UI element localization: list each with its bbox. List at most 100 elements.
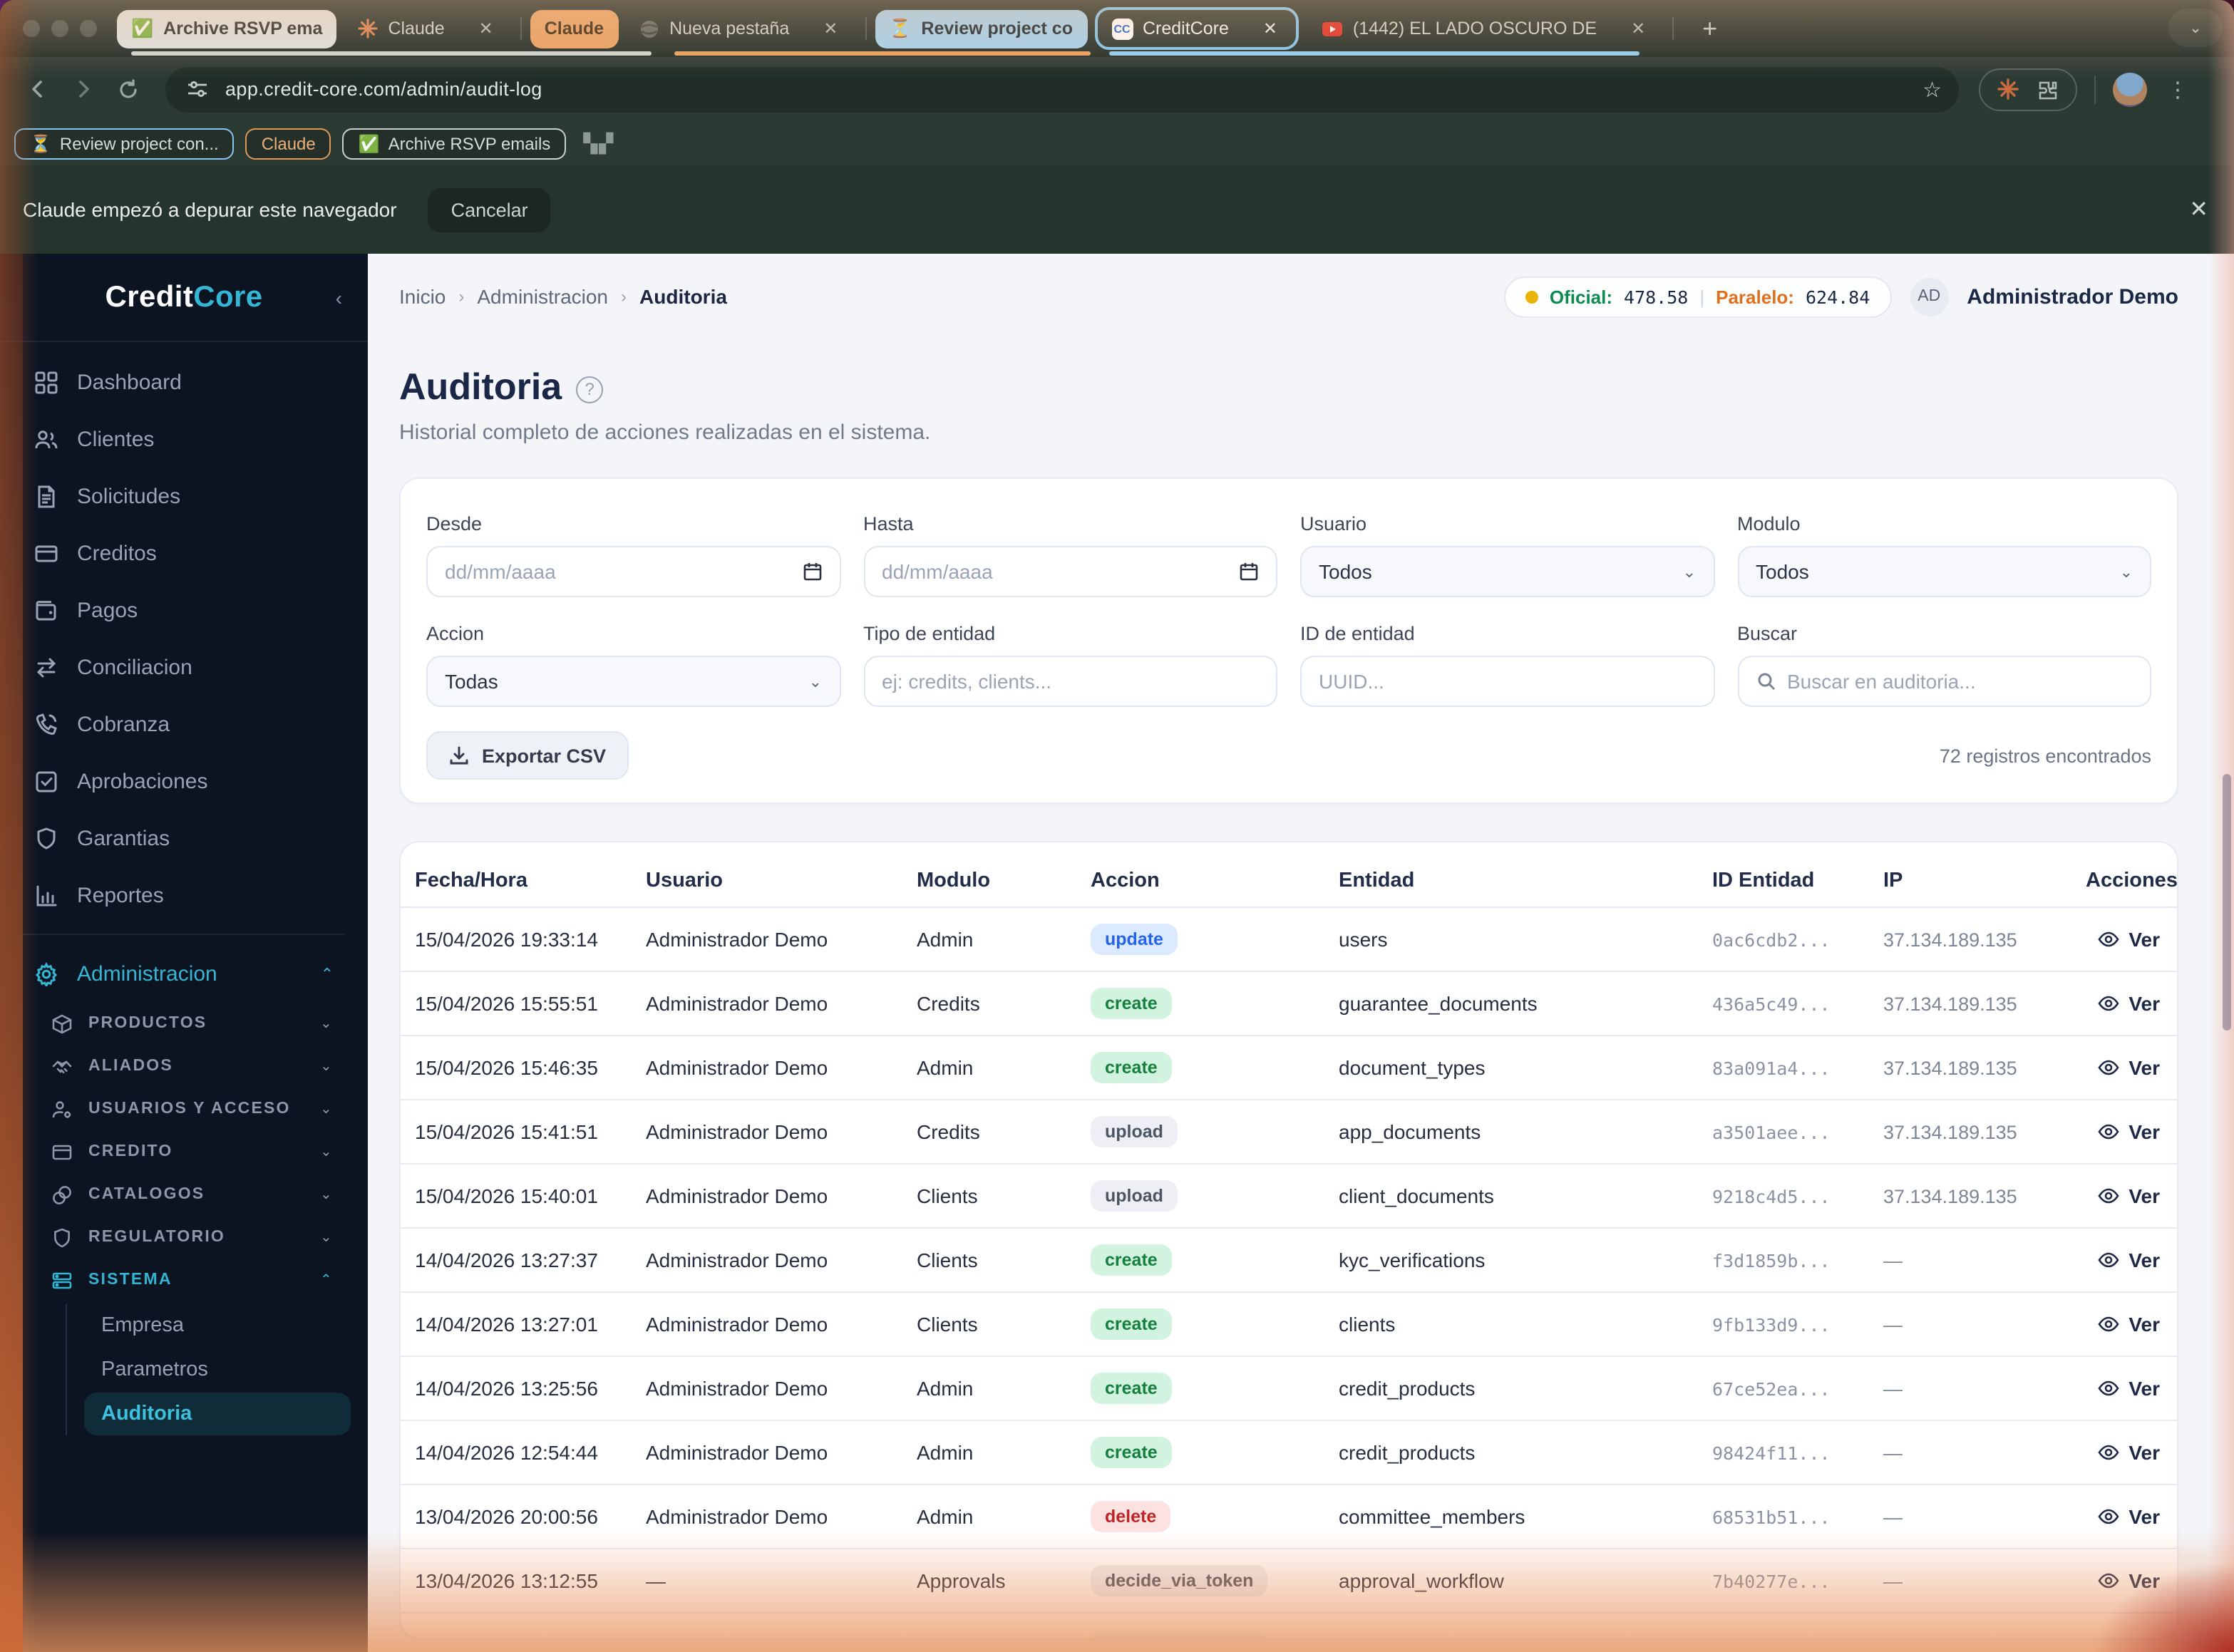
breadcrumb-administracion[interactable]: Administracion: [477, 285, 608, 308]
banner-close-icon[interactable]: ✕: [2189, 195, 2208, 224]
main-content: Inicio › Administracion › Auditoria Ofic…: [368, 254, 2234, 1652]
ver-button[interactable]: Ver: [2086, 1569, 2166, 1592]
desde-date-input[interactable]: dd/mm/aaaa: [426, 546, 840, 597]
tab-search-button[interactable]: ⌄: [2168, 9, 2223, 47]
ver-button[interactable]: Ver: [2086, 928, 2166, 951]
ver-button[interactable]: Ver: [2086, 1184, 2166, 1207]
forward-button[interactable]: [63, 69, 103, 109]
modulo-select[interactable]: Todos ⌄: [1737, 546, 2151, 597]
browser-window: ✅ Archive RSVP ema Claude ✕ Claude Nueva…: [0, 0, 2234, 1652]
breadcrumb-inicio[interactable]: Inicio: [399, 285, 446, 308]
accion-select[interactable]: Todas ⌄: [426, 656, 840, 707]
ver-button[interactable]: Ver: [2086, 992, 2166, 1015]
tab-claude-close-icon[interactable]: ✕: [475, 19, 498, 38]
search-icon: [1756, 671, 1776, 691]
cell-usuario: Administrador Demo: [646, 1120, 828, 1143]
sidebar-leaf-empresa[interactable]: Empresa: [84, 1304, 351, 1347]
tab-youtube[interactable]: (1442) EL LADO OSCURO DE ✕: [1307, 9, 1664, 48]
calendar-icon[interactable]: [802, 562, 822, 582]
sidebar-group-regulatorio[interactable]: REGULATORIO ⌄: [17, 1216, 351, 1259]
tab-group-archive-label[interactable]: ✅ Archive RSVP ema: [117, 9, 337, 48]
chip-archive-rsvp[interactable]: ✅ Archive RSVP emails: [342, 128, 567, 159]
ver-button[interactable]: Ver: [2086, 1120, 2166, 1143]
tab-creditcore-title: CreditCore: [1143, 19, 1229, 38]
ver-button[interactable]: Ver: [2086, 1377, 2166, 1400]
page-scrollbar-thumb[interactable]: [2223, 774, 2231, 1031]
tipo-entidad-input[interactable]: ej: credits, clients...: [863, 656, 1277, 707]
cell-fecha: 13/04/2026 13:12:55: [415, 1569, 598, 1592]
sidebar-item-garantias[interactable]: Garantias: [17, 810, 351, 867]
sidebar-group-productos[interactable]: PRODUCTOS ⌄: [17, 1002, 351, 1045]
zoom-window-button[interactable]: [80, 20, 97, 37]
sidebar-group-credito[interactable]: CREDITO ⌄: [17, 1130, 351, 1173]
new-tab-button[interactable]: +: [1702, 14, 1717, 43]
cancel-debug-button[interactable]: Cancelar: [428, 187, 551, 232]
url-text[interactable]: app.credit-core.com/admin/audit-log: [225, 78, 542, 100]
sidebar-item-administracion[interactable]: Administracion ⌃: [17, 945, 351, 1002]
sidebar: CreditCore ‹ Dashboard Clientes Solicitu…: [0, 254, 368, 1652]
buscar-input[interactable]: Buscar en auditoria...: [1737, 656, 2151, 707]
hasta-date-input[interactable]: dd/mm/aaaa: [863, 546, 1277, 597]
help-icon[interactable]: ?: [576, 376, 604, 403]
id-entidad-input[interactable]: UUID...: [1300, 656, 1714, 707]
sidebar-leaf-auditoria-active[interactable]: Auditoria: [84, 1393, 351, 1435]
browser-profile-avatar[interactable]: [2113, 72, 2147, 106]
ver-label: Ver: [2129, 1377, 2160, 1400]
youtube-icon: [1322, 18, 1343, 39]
sidebar-item-reportes[interactable]: Reportes: [17, 867, 351, 924]
usuario-select[interactable]: Todos ⌄: [1300, 546, 1714, 597]
cell-id-entidad: 83a091a4...: [1712, 1057, 1831, 1078]
sidebar-group-aliados[interactable]: ALIADOS ⌄: [17, 1045, 351, 1088]
table-row: 15/04/2026 15:40:01 Administrador Demo C…: [401, 1165, 2177, 1229]
tab-youtube-close-icon[interactable]: ✕: [1627, 19, 1649, 38]
chip-claude[interactable]: Claude: [245, 128, 331, 159]
claude-extension-icon[interactable]: [1997, 78, 2019, 100]
calendar-icon[interactable]: [1239, 562, 1259, 582]
address-bar[interactable]: app.credit-core.com/admin/audit-log ☆: [165, 66, 1959, 112]
close-window-button[interactable]: [23, 20, 40, 37]
extensions-puzzle-icon[interactable]: [2036, 78, 2059, 100]
tab-group-review-label[interactable]: ⏳ Review project co: [875, 9, 1087, 48]
sidebar-item-pagos[interactable]: Pagos: [17, 582, 351, 639]
sidebar-group-catalogos[interactable]: CATALOGOS ⌄: [17, 1173, 351, 1216]
ver-button[interactable]: Ver: [2086, 1056, 2166, 1079]
sidebar-item-aprobaciones[interactable]: Aprobaciones: [17, 753, 351, 810]
tab-creditcore-active[interactable]: CC CreditCore ✕: [1094, 7, 1299, 50]
minimize-window-button[interactable]: [51, 20, 68, 37]
ver-button[interactable]: Ver: [2086, 1313, 2166, 1336]
cell-ip: —: [1883, 1442, 1903, 1463]
chip-review-project[interactable]: ⏳ Review project con...: [14, 128, 235, 159]
ver-button[interactable]: Ver: [2086, 1505, 2166, 1528]
audit-table-card: Fecha/Hora Usuario Modulo Accion Entidad…: [399, 841, 2178, 1639]
sidebar-group-usuarios[interactable]: USUARIOS Y ACCESO ⌄: [17, 1088, 351, 1130]
ver-button[interactable]: Ver: [2086, 1441, 2166, 1464]
user-avatar[interactable]: AD: [1910, 277, 1949, 316]
sidebar-leaf-parametros[interactable]: Parametros: [84, 1348, 351, 1391]
sidebar-group-sistema[interactable]: SISTEMA ⌃: [17, 1259, 351, 1301]
desde-placeholder: dd/mm/aaaa: [445, 560, 556, 583]
ver-button[interactable]: Ver: [2086, 1633, 2166, 1638]
bookmark-star-icon[interactable]: ☆: [1922, 76, 1942, 102]
sidebar-item-creditos[interactable]: Creditos: [17, 525, 351, 582]
tab-creditcore-close-icon[interactable]: ✕: [1259, 19, 1282, 38]
sidebar-item-cobranza[interactable]: Cobranza: [17, 696, 351, 753]
tab-claude[interactable]: Claude ✕: [342, 9, 511, 48]
tab-group-claude-text: Claude: [544, 19, 604, 38]
tab-nueva-pestana[interactable]: Nueva pestaña ✕: [624, 9, 856, 48]
site-settings-icon[interactable]: [182, 75, 211, 103]
tab-nueva-close-icon[interactable]: ✕: [819, 19, 842, 38]
window-controls[interactable]: [23, 20, 97, 37]
sidebar-item-conciliacion[interactable]: Conciliacion: [17, 639, 351, 696]
sidebar-item-clientes[interactable]: Clientes: [17, 411, 351, 468]
ver-button[interactable]: Ver: [2086, 1249, 2166, 1271]
tab-groups-grid-icon[interactable]: ▚▞: [583, 132, 614, 155]
sidebar-item-dashboard[interactable]: Dashboard: [17, 353, 351, 411]
export-csv-label: Exportar CSV: [482, 745, 607, 766]
browser-menu-icon[interactable]: ⋮: [2167, 76, 2188, 102]
back-button[interactable]: [17, 69, 57, 109]
reload-button[interactable]: [108, 69, 148, 109]
export-csv-button[interactable]: Exportar CSV: [426, 731, 629, 780]
sidebar-item-solicitudes[interactable]: Solicitudes: [17, 468, 351, 525]
tab-group-claude-label[interactable]: Claude: [530, 9, 619, 48]
sidebar-collapse-icon[interactable]: ‹: [336, 286, 342, 309]
